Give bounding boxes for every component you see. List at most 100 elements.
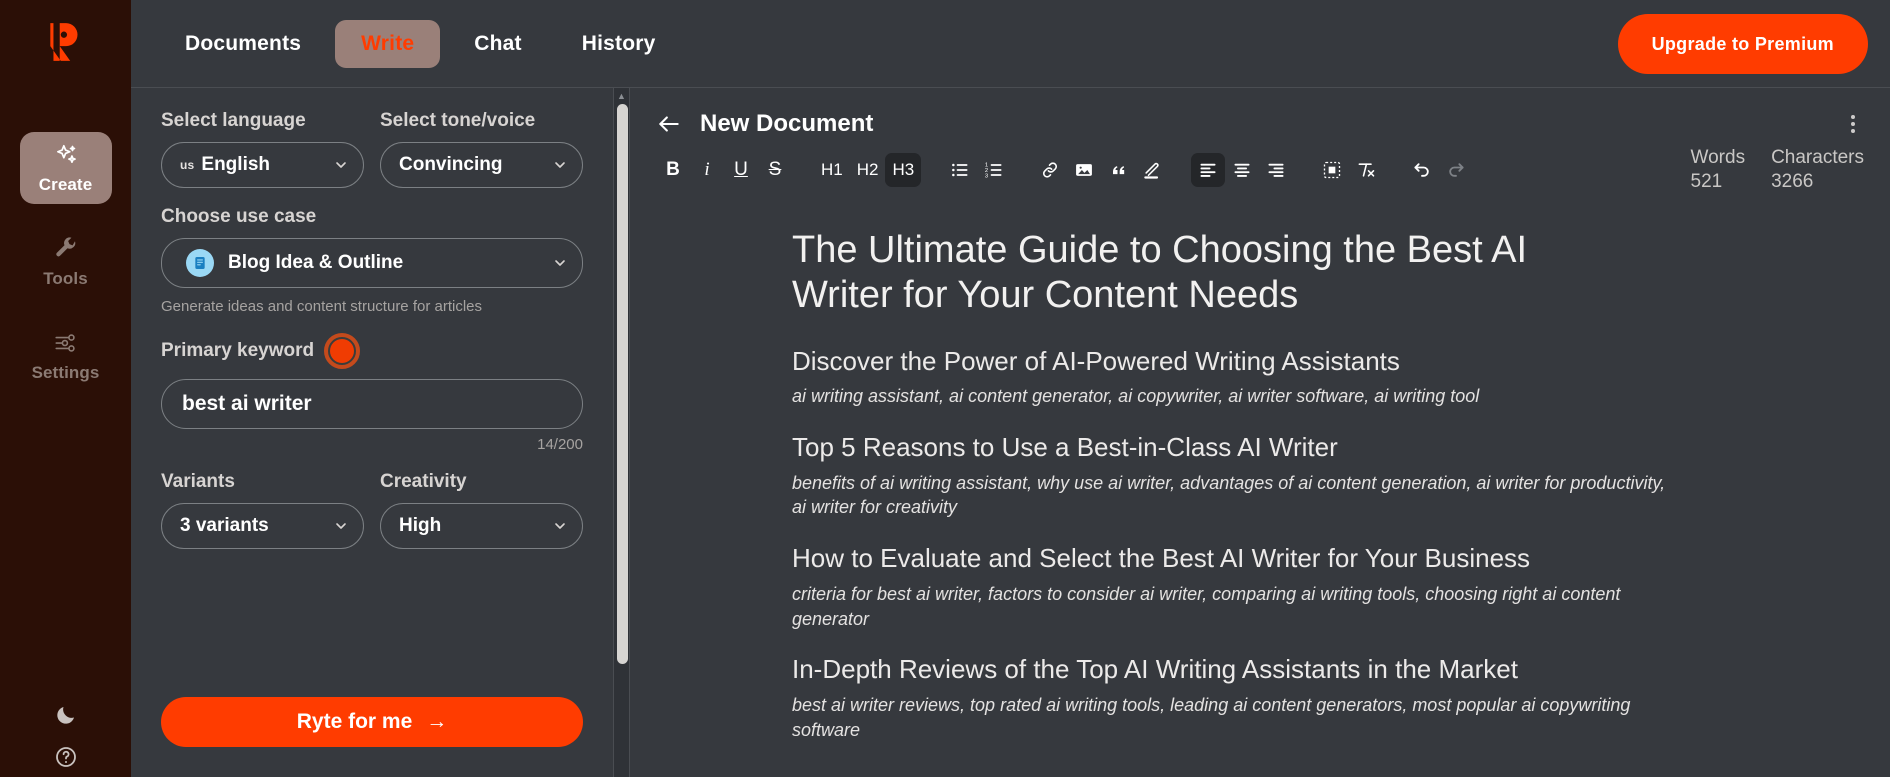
align-right-button[interactable] xyxy=(1259,153,1293,187)
section-keywords: criteria for best ai writer, factors to … xyxy=(792,583,1621,629)
insert-image-button[interactable] xyxy=(1067,153,1101,187)
scroll-up-arrow-icon[interactable]: ▲ xyxy=(617,92,626,101)
words-label: Words xyxy=(1690,147,1746,168)
section-keywords: ai writing assistant, ai content generat… xyxy=(792,386,1480,407)
section-heading: Discover the Power of AI-Powered Writing… xyxy=(792,345,1400,376)
section-heading: In-Depth Reviews of the Top AI Writing A… xyxy=(792,654,1518,685)
tab-history[interactable]: History xyxy=(556,20,682,68)
variants-value: 3 variants xyxy=(180,515,269,537)
use-case-select[interactable]: Blog Idea & Outline xyxy=(161,238,583,288)
ryte-for-me-button[interactable]: Ryte for me → xyxy=(161,697,583,747)
align-center-button[interactable] xyxy=(1225,153,1259,187)
heading-2-button[interactable]: H2 xyxy=(850,153,886,187)
arrow-left-icon[interactable] xyxy=(656,111,682,137)
us-flag-icon: us xyxy=(180,158,195,172)
h2-label: H2 xyxy=(856,159,879,179)
tab-chat[interactable]: Chat xyxy=(448,20,547,68)
variants-creativity-row: Variants 3 variants Creativity High xyxy=(161,471,583,550)
underline-button[interactable]: U xyxy=(724,153,758,187)
align-left-icon xyxy=(1198,160,1218,180)
insert-block-button[interactable] xyxy=(1315,153,1349,187)
redo-icon xyxy=(1446,160,1466,180)
align-left-button[interactable] xyxy=(1191,152,1226,187)
document-editor: New Document B i U S H1 H2 H3 1 2 3 Word… xyxy=(630,88,1890,777)
keyword-character-counter: 14/200 xyxy=(537,436,583,454)
numbered-list-icon: 1 2 3 xyxy=(984,160,1004,180)
bullet-list-button[interactable] xyxy=(943,153,977,187)
language-field: Select language us English xyxy=(161,110,364,188)
moon-icon[interactable] xyxy=(54,703,78,727)
italic-button[interactable]: i xyxy=(690,153,724,187)
wrench-icon xyxy=(53,236,79,262)
formatting-toolbar: B i U S H1 H2 H3 1 2 3 Words 521 Charact… xyxy=(630,138,1890,194)
keyword-field: Primary keyword 14/200 xyxy=(161,333,583,453)
sliders-icon xyxy=(53,330,79,356)
document-heading-1: The Ultimate Guide to Choosing the Best … xyxy=(792,228,1528,317)
h3-label: H3 xyxy=(892,159,915,179)
generator-form-panel: Select language us English Select tone/v… xyxy=(131,88,613,777)
sidebar-item-create[interactable]: Create xyxy=(19,132,112,204)
language-tone-row: Select language us English Select tone/v… xyxy=(161,110,583,188)
characters-label: Characters xyxy=(1771,147,1864,168)
document-header: New Document xyxy=(630,88,1890,138)
h1-label: H1 xyxy=(821,159,843,179)
clear-format-icon xyxy=(1356,160,1376,180)
sparkles-icon xyxy=(53,142,79,168)
kebab-menu-icon[interactable] xyxy=(1840,111,1866,137)
document-stats: Words 521 Characters 3266 xyxy=(1691,146,1866,194)
top-bar: Documents Write Chat History Upgrade to … xyxy=(131,0,1890,88)
highlight-button[interactable] xyxy=(1135,153,1169,187)
document-content[interactable]: The Ultimate Guide to Choosing the Best … xyxy=(630,194,1890,777)
heading-3-button[interactable]: H3 xyxy=(885,152,922,187)
language-label: Select language xyxy=(161,110,306,131)
chevron-down-icon xyxy=(552,255,568,271)
creativity-select[interactable]: High xyxy=(380,503,583,550)
main-nav: Documents Write Chat History xyxy=(159,19,682,68)
insert-link-button[interactable] xyxy=(1033,153,1067,187)
strikethrough-button[interactable]: S xyxy=(758,153,792,187)
use-case-field: Choose use case Blog Idea & Outline Gene… xyxy=(161,206,583,317)
bullet-list-icon xyxy=(950,160,970,180)
numbered-list-button[interactable]: 1 2 3 xyxy=(977,153,1011,187)
blockquote-button[interactable] xyxy=(1101,153,1135,187)
sidebar-item-settings[interactable]: Settings xyxy=(20,320,112,392)
language-value: English xyxy=(201,154,271,175)
creativity-label: Creativity xyxy=(380,471,467,493)
ryte-for-me-label: Ryte for me xyxy=(296,710,413,733)
scrollbar-thumb[interactable] xyxy=(617,104,628,664)
tab-documents[interactable]: Documents xyxy=(159,20,327,68)
sidebar-item-label: Create xyxy=(38,174,93,194)
primary-keyword-input[interactable] xyxy=(161,379,583,430)
use-case-label: Choose use case xyxy=(161,206,317,227)
help-circle-icon[interactable] xyxy=(54,745,78,769)
rail-nav: Create Tools Settings xyxy=(0,132,131,414)
words-stat: Words 521 xyxy=(1691,146,1746,194)
language-select[interactable]: us English xyxy=(161,142,364,188)
words-value: 521 xyxy=(1690,170,1723,192)
heading-1-button[interactable]: H1 xyxy=(814,153,850,187)
tab-write[interactable]: Write xyxy=(335,19,441,68)
chevron-down-icon xyxy=(552,157,568,173)
sidebar-item-tools[interactable]: Tools xyxy=(20,226,112,298)
undo-icon xyxy=(1412,160,1432,180)
align-center-icon xyxy=(1232,160,1252,180)
document-lines-icon xyxy=(186,249,214,277)
ryte-r-logo-icon[interactable] xyxy=(34,14,98,70)
page-title: New Document xyxy=(700,110,874,137)
tone-select[interactable]: Convincing xyxy=(380,142,583,188)
tone-field: Select tone/voice Convincing xyxy=(380,110,583,188)
bold-label: B xyxy=(666,158,680,180)
section-keywords: best ai writer reviews, top rated ai wri… xyxy=(792,694,1631,740)
clear-formatting-button[interactable] xyxy=(1349,153,1383,187)
keyword-label: Primary keyword xyxy=(161,340,315,362)
use-case-helper-text: Generate ideas and content structure for… xyxy=(161,298,483,315)
upgrade-to-premium-button[interactable]: Upgrade to Premium xyxy=(1617,14,1868,74)
redo-button[interactable] xyxy=(1439,153,1473,187)
variants-select[interactable]: 3 variants xyxy=(161,503,364,550)
section-keywords: benefits of ai writing assistant, why us… xyxy=(792,472,1666,518)
variants-field: Variants 3 variants xyxy=(161,471,364,550)
undo-button[interactable] xyxy=(1405,153,1439,187)
arrow-right-icon: → xyxy=(426,710,448,733)
bold-button[interactable]: B xyxy=(656,153,690,187)
editor-scrollbar[interactable]: ▲ xyxy=(613,88,630,777)
